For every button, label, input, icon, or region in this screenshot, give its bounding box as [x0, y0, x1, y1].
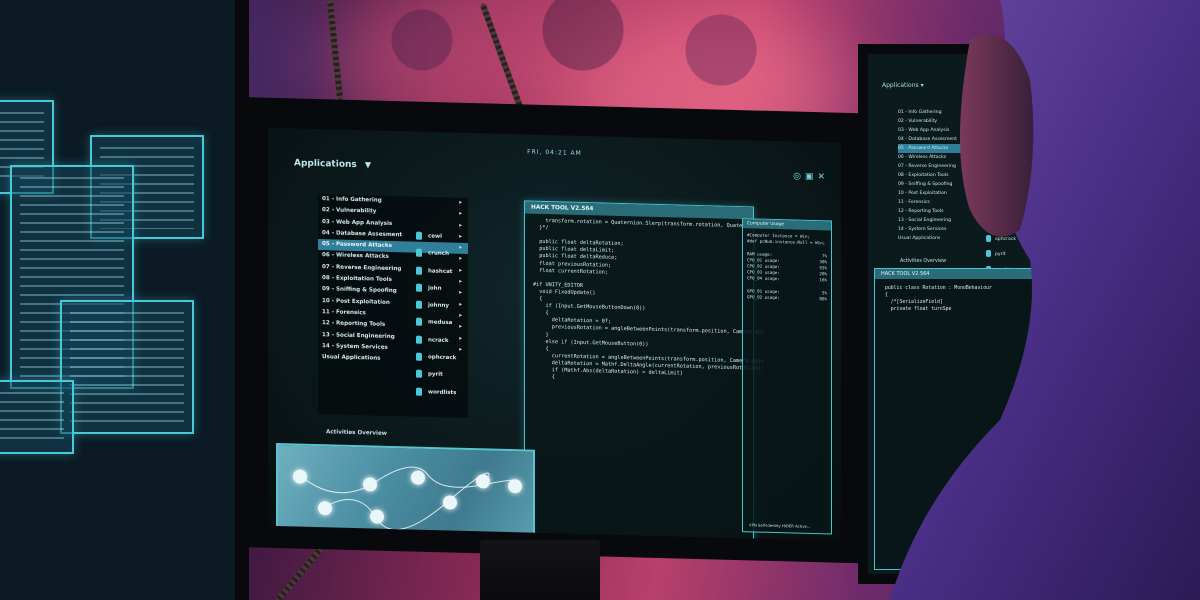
tool-label: crunch — [428, 250, 449, 258]
main-monitor: FRI, 04:21 AM Applications ▼ ◎▣✕ 01 - In… — [240, 97, 865, 564]
chevron-right-icon: ▸ — [459, 211, 462, 218]
left-monitor — [0, 0, 249, 600]
tool-label: ncrack — [428, 337, 449, 344]
tool-icon — [416, 248, 422, 258]
tool-item[interactable]: johnny — [416, 300, 466, 320]
usage-body: #Computer Instance = Win; #def pcNum.inst… — [743, 228, 831, 307]
tools-list: cewl crunch hashcat john johnny medusa ncrack o… — [416, 231, 466, 406]
minimize-icon[interactable]: ▣ — [805, 172, 818, 182]
tool-item[interactable]: john — [416, 283, 466, 302]
tool-label: johnny — [428, 302, 449, 310]
tool-label: john — [428, 285, 442, 292]
tool-item[interactable]: cewl — [416, 231, 466, 251]
tool-label: pyrit — [428, 371, 443, 379]
map-links — [299, 466, 521, 531]
graffiti-wall — [330, 0, 790, 100]
tool-item[interactable]: ncrack — [416, 335, 466, 354]
map-node[interactable] — [443, 495, 457, 510]
usage-footer: VPN Self-Identity HIDER Active... — [749, 522, 811, 529]
tool-label: ophcrack — [428, 354, 457, 362]
tool-icon — [416, 369, 422, 379]
tool-label: cewl — [428, 233, 442, 240]
tool-item[interactable]: hashcat — [416, 266, 466, 285]
computer-usage-window: Computer Usage #Computer Instance = Win;… — [742, 218, 832, 535]
photo-scene: FRI, 04:21 AM Applications ▼ ◎▣✕ 01 - In… — [0, 0, 1200, 600]
hack-tool-window: HACK TOOL V2.564 transform.rotation = Qu… — [524, 200, 780, 541]
usage-row: GPU_02 usage: 86% — [747, 294, 827, 302]
tool-icon — [416, 335, 422, 344]
tool-label: medusa — [428, 319, 453, 327]
usage-value: 16% — [819, 277, 827, 283]
usage-value: 86% — [819, 296, 827, 302]
tool-item[interactable]: wordlists — [416, 387, 466, 406]
usage-label: GPU_02 usage: — [747, 294, 780, 301]
map-node[interactable] — [318, 501, 332, 516]
activities-overview[interactable]: Activities Overview — [326, 429, 387, 437]
close-icon[interactable]: ✕ — [817, 172, 829, 182]
applications-label: Applications — [294, 158, 357, 171]
map-node[interactable] — [476, 474, 490, 489]
tool-item[interactable]: crunch — [416, 248, 466, 268]
map-node[interactable] — [411, 470, 425, 485]
code-listing: transform.rotation = Quaternion.Slerp(tr… — [525, 213, 780, 390]
tool-label: wordlists — [428, 389, 457, 396]
tool-item[interactable]: medusa — [416, 318, 466, 337]
tool-icon — [416, 266, 422, 275]
map-node[interactable] — [370, 509, 384, 524]
map-node[interactable] — [293, 469, 307, 484]
chevron-right-icon: ▸ — [459, 199, 462, 206]
tool-item[interactable]: pyrit — [416, 369, 466, 389]
tool-icon — [416, 231, 422, 240]
chevron-right-icon: ▸ — [459, 222, 462, 229]
chevron-down-icon: ▼ — [364, 160, 372, 170]
left-window — [0, 380, 74, 454]
tool-label: hashcat — [428, 268, 453, 275]
applications-menu-button[interactable]: Applications ▼ — [294, 158, 371, 170]
tool-icon — [416, 387, 422, 396]
hooded-person — [890, 0, 1200, 600]
tool-icon — [416, 300, 422, 309]
globe-icon[interactable]: ◎ — [793, 171, 805, 181]
usage-intro-line: #def pcNum.instance.Null = Win; — [747, 238, 826, 246]
tool-icon — [416, 352, 422, 361]
tool-icon — [416, 318, 422, 327]
map-node[interactable] — [508, 479, 522, 494]
main-screen: FRI, 04:21 AM Applications ▼ ◎▣✕ 01 - In… — [268, 127, 841, 541]
tool-icon — [416, 283, 422, 292]
left-window — [60, 300, 194, 434]
window-controls: ◎▣✕ — [793, 171, 829, 182]
usage-label: CPU_04 usage: — [747, 275, 780, 282]
network-map — [276, 442, 535, 541]
monitor-stand — [480, 540, 600, 600]
tool-item[interactable]: ophcrack — [416, 352, 466, 372]
map-node[interactable] — [363, 477, 377, 492]
